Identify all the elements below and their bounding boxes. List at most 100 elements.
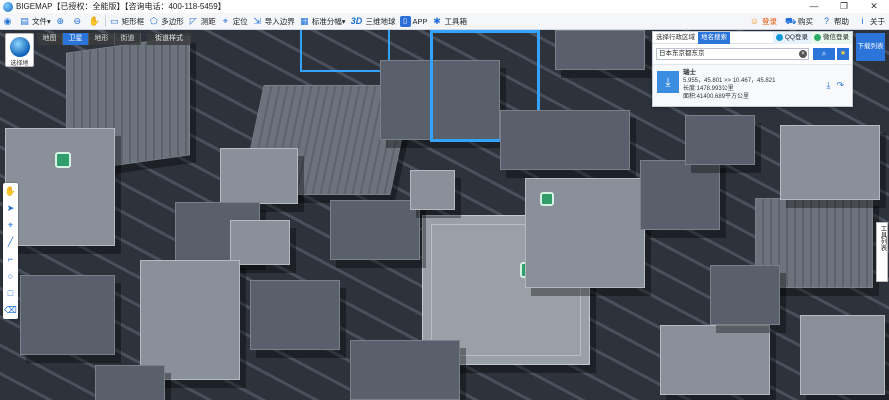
eraser-icon[interactable]: ⌫	[3, 302, 18, 319]
result-area: 面积:41400.689平方公里	[683, 94, 750, 100]
circle-icon[interactable]: ○	[3, 268, 18, 285]
standard-grid-button[interactable]: ▦ 标准分幅 ▾	[297, 14, 348, 29]
download-icon[interactable]: ⤓	[826, 80, 830, 91]
building	[555, 30, 645, 70]
locate-button[interactable]: ⌖ 定位	[218, 14, 250, 29]
app-button[interactable]: ▯ APP	[398, 14, 430, 29]
login-button[interactable]: ☺ 登录	[745, 14, 781, 29]
tab-street[interactable]: 街道	[115, 33, 141, 45]
zoom-out-icon: ⊖	[73, 15, 82, 26]
building	[250, 280, 340, 350]
tab-place-search[interactable]: 地名搜索	[698, 31, 730, 44]
wechat-login-button[interactable]: 微信登录	[811, 31, 852, 44]
building	[20, 275, 115, 355]
search-icon: ⌕	[821, 49, 827, 58]
toolbox-icon: ✱	[433, 15, 441, 26]
tab-map[interactable]: 地图	[37, 33, 63, 45]
helipad	[55, 152, 71, 168]
building	[800, 315, 885, 395]
buy-button[interactable]: ⛟ 购买	[781, 14, 817, 29]
globe-icon: ◉	[3, 15, 12, 26]
toolbox-button[interactable]: ✱ 工具箱	[430, 14, 470, 29]
info-icon: i	[861, 15, 864, 26]
tab-select-region[interactable]: 选择行政区域	[653, 32, 698, 44]
download-result-icon: ⤓	[657, 71, 679, 93]
search-panel: 选择行政区域 地名搜索 QQ登录 微信登录 日本东京都东京 × ⌕ ★ ⤓ 瑞士…	[652, 31, 853, 107]
minimize-button[interactable]: —	[799, 0, 829, 13]
zoom-out-button[interactable]: ⊖	[70, 14, 87, 29]
search-result[interactable]: ⤓ 瑞士 5.955，45.801 >> 10.467，45.821 长度:14…	[653, 64, 852, 106]
help-button[interactable]: ? 帮助	[817, 14, 853, 29]
ruler-icon: ◸	[189, 15, 197, 26]
wechat-icon	[814, 34, 821, 41]
search-input[interactable]: 日本东京都东京	[656, 48, 809, 60]
3d-icon: 3D	[350, 15, 363, 26]
helipad	[540, 192, 554, 206]
building	[330, 200, 420, 260]
line-icon[interactable]: ╱	[3, 234, 18, 251]
arrow-icon[interactable]: ➤	[3, 200, 18, 217]
hand-icon[interactable]: ✋	[3, 183, 18, 200]
window-title: BIGEMAP【已授权：全能版】【咨询电话：400-118-5459】	[16, 2, 226, 11]
3d-earth-button[interactable]: 3D 三维地球	[348, 14, 398, 29]
tool-list-panel[interactable]: 工具列表	[876, 222, 888, 282]
cart-icon: ⛟	[785, 15, 797, 26]
building	[660, 325, 770, 395]
building	[350, 340, 460, 400]
building	[710, 265, 780, 325]
toolbar-globe[interactable]: ◉	[0, 14, 17, 29]
star-icon: ★	[839, 50, 847, 57]
measure-button[interactable]: ◸ 测距	[186, 14, 218, 29]
import-boundary-icon: ⇲	[253, 15, 262, 26]
folder-icon: ▤	[20, 15, 29, 26]
tab-terrain[interactable]: 地形	[89, 33, 115, 45]
file-menu-button[interactable]: ▤ 文件 ▾	[17, 14, 53, 29]
result-coords: 5.955，45.801 >> 10.467，45.821	[683, 78, 776, 84]
result-name: 瑞士	[683, 69, 696, 76]
share-icon[interactable]: ↷	[836, 80, 844, 91]
drawing-tools: ✋ ➤ ⌖ ╱ ⌐ ○ □ ⌫	[3, 183, 18, 319]
polygon-select-button[interactable]: ⬠ 多边形	[146, 14, 186, 29]
main-toolbar: ◉ ▤ 文件 ▾ ⊕ ⊖ ✋ ▭ 矩形框 ⬠ 多边形 ◸ 测距 ⌖ 定位 ⇲ 导入边界 ▦ 标准…	[0, 13, 889, 30]
map-type-tabs: 地图 卫星 地形 街道 街道样式	[37, 33, 191, 45]
clear-icon[interactable]: ×	[799, 50, 807, 58]
building	[500, 110, 630, 170]
building	[220, 148, 298, 204]
help-icon: ?	[823, 15, 829, 26]
marker-icon[interactable]: ⌖	[3, 217, 18, 234]
about-button[interactable]: i 关于	[853, 14, 889, 29]
close-button[interactable]: ✕	[859, 0, 889, 13]
qq-login-button[interactable]: QQ登录	[772, 31, 811, 44]
maximize-button[interactable]: ❐	[829, 0, 859, 13]
zoom-in-icon: ⊕	[56, 15, 65, 26]
favorite-button[interactable]: ★	[837, 48, 849, 60]
tab-satellite[interactable]: 卫星	[63, 33, 89, 45]
building	[410, 170, 455, 210]
rectangle-icon[interactable]: □	[3, 285, 18, 302]
location-pin-icon: ⌖	[222, 15, 228, 26]
building	[780, 125, 880, 200]
pan-button[interactable]: ✋	[87, 14, 104, 29]
app-logo-icon	[3, 1, 13, 12]
globe-icon	[9, 37, 30, 57]
zoom-in-button[interactable]: ⊕	[53, 14, 70, 29]
map-chooser-label: 选择地图...	[10, 61, 29, 76]
search-button[interactable]: ⌕	[813, 48, 835, 60]
building	[640, 160, 720, 230]
title-bar: BIGEMAP【已授权：全能版】【咨询电话：400-118-5459】 — ❐ …	[0, 0, 889, 13]
rectangle-select-button[interactable]: ▭ 矩形框	[107, 14, 147, 29]
phone-icon: ▯	[399, 15, 411, 27]
rectangle-select-icon: ▭	[110, 15, 119, 26]
building	[685, 115, 755, 165]
download-list-button[interactable]: 下载列表	[856, 33, 885, 61]
building	[230, 220, 290, 265]
building	[95, 365, 165, 400]
toolbox-label: 工具列表	[879, 225, 886, 251]
highlight-area	[300, 30, 390, 72]
user-icon: ☺	[749, 15, 760, 26]
import-boundary-button[interactable]: ⇲ 导入边界	[250, 14, 297, 29]
map-chooser-button[interactable]: 选择地图...	[5, 33, 34, 76]
polyline-icon[interactable]: ⌐	[3, 251, 18, 268]
building	[140, 260, 240, 380]
street-style-button[interactable]: 街道样式	[147, 33, 191, 45]
